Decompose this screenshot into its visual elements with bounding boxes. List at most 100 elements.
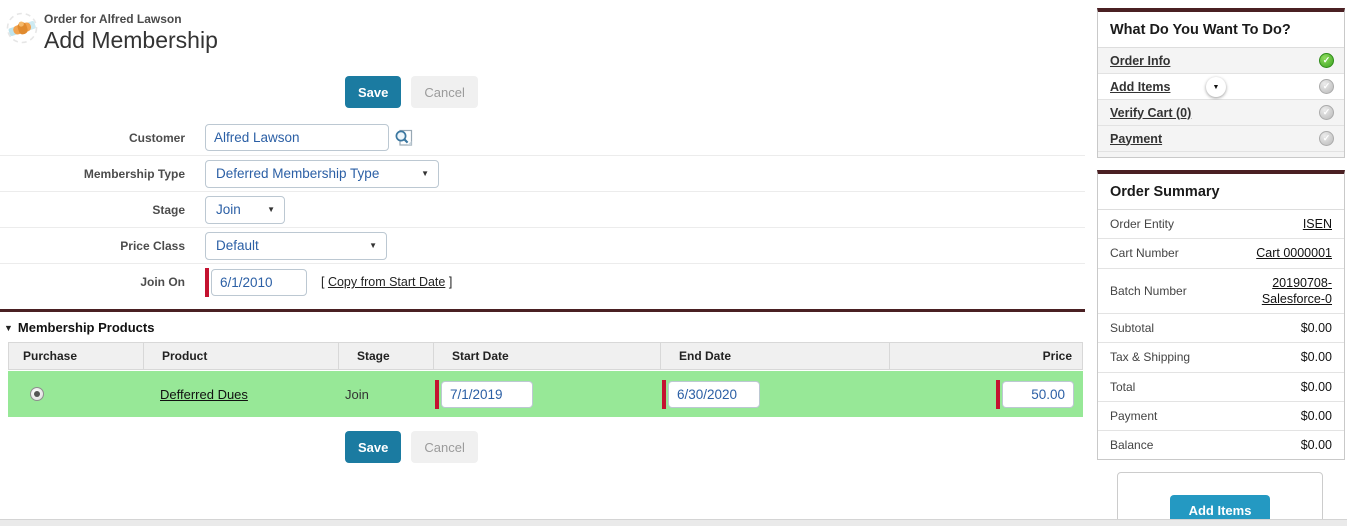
required-field-bar [662, 380, 666, 409]
chevron-down-icon: ▼ [421, 169, 429, 178]
membership-type-value: Deferred Membership Type [216, 166, 379, 181]
price-class-value: Default [216, 238, 259, 253]
col-header-product: Product [143, 343, 338, 369]
form-row-customer: Customer [0, 120, 1085, 156]
page-title: Add Membership [44, 27, 218, 54]
product-link[interactable]: Defferred Dues [160, 387, 248, 402]
sidebar-item-add-items[interactable]: Add Items ▼ [1098, 74, 1344, 100]
sidebar-item-payment[interactable]: Payment [1098, 126, 1344, 152]
summary-label: Batch Number [1110, 284, 1187, 298]
form-row-membership-type: Membership Type Deferred Membership Type… [0, 156, 1085, 192]
pending-check-icon [1319, 105, 1334, 120]
add-items-link[interactable]: Add Items [1110, 80, 1170, 94]
add-items-action-box: Add Items [1117, 472, 1323, 526]
summary-row-cart-number: Cart Number Cart 0000001 [1098, 239, 1344, 268]
what-to-do-list: Order Info Add Items ▼ Verify Cart (0) P… [1098, 48, 1344, 157]
save-button-bottom[interactable]: Save [345, 431, 401, 463]
summary-row-total: Total $0.00 [1098, 373, 1344, 402]
required-field-bar [205, 268, 209, 297]
membership-products-section-header[interactable]: ▼ Membership Products [0, 312, 1085, 342]
order-info-link[interactable]: Order Info [1110, 54, 1170, 68]
sidebar: What Do You Want To Do? Order Info Add I… [1097, 8, 1345, 526]
membership-form: Customer Membership Type Deferred Member… [0, 120, 1085, 300]
payment-link[interactable]: Payment [1110, 132, 1162, 146]
complete-check-icon [1319, 53, 1334, 68]
order-summary-panel: Order Summary Order Entity ISEN Cart Num… [1097, 170, 1345, 460]
col-header-start-date: Start Date [433, 343, 660, 369]
membership-type-label: Membership Type [0, 167, 185, 181]
tax-shipping-value: $0.00 [1301, 349, 1332, 365]
customer-label: Customer [0, 131, 185, 145]
summary-label: Tax & Shipping [1110, 350, 1190, 364]
main-content: Order for Alfred Lawson Add Membership S… [0, 0, 1085, 463]
lookup-icon [394, 128, 414, 148]
summary-row-subtotal: Subtotal $0.00 [1098, 314, 1344, 343]
summary-label: Order Entity [1110, 217, 1174, 231]
purchase-radio[interactable] [30, 387, 44, 401]
cart-number-link[interactable]: Cart 0000001 [1256, 245, 1332, 261]
save-button[interactable]: Save [345, 76, 401, 108]
stage-value: Join [216, 202, 241, 217]
start-date-input[interactable] [441, 381, 533, 408]
bracket-open: [ [321, 275, 328, 289]
table-header-row: Purchase Product Stage Start Date End Da… [8, 342, 1083, 370]
what-to-do-title: What Do You Want To Do? [1098, 12, 1344, 48]
required-field-bar [435, 380, 439, 409]
copy-from-start-date-link[interactable]: Copy from Start Date [328, 275, 445, 289]
summary-label: Cart Number [1110, 246, 1179, 260]
what-to-do-panel: What Do You Want To Do? Order Info Add I… [1097, 8, 1345, 158]
row-stage-value: Join [337, 371, 432, 417]
form-row-join-on: Join On [ Copy from Start Date ] [0, 264, 1085, 300]
horizontal-scrollbar[interactable] [0, 519, 1347, 526]
cancel-button-bottom[interactable]: Cancel [411, 431, 477, 463]
add-items-dropdown-button[interactable]: ▼ [1206, 77, 1226, 97]
col-header-price: Price [889, 343, 1082, 369]
summary-row-batch-number: Batch Number 20190708-Salesforce-0 [1098, 269, 1344, 315]
cancel-button[interactable]: Cancel [411, 76, 477, 108]
page-eyebrow: Order for Alfred Lawson [44, 8, 218, 26]
price-class-select[interactable]: Default ▼ [205, 232, 387, 260]
order-entity-link[interactable]: ISEN [1303, 216, 1332, 232]
end-date-input[interactable] [668, 381, 760, 408]
customer-input[interactable] [205, 124, 389, 151]
summary-label: Subtotal [1110, 321, 1154, 335]
collapse-triangle-icon: ▼ [4, 323, 13, 333]
stage-select[interactable]: Join ▼ [205, 196, 285, 224]
sidebar-item-verify-cart[interactable]: Verify Cart (0) [1098, 100, 1344, 126]
copy-from-start-date-wrap: [ Copy from Start Date ] [321, 275, 452, 289]
summary-row-tax-shipping: Tax & Shipping $0.00 [1098, 343, 1344, 372]
subtotal-value: $0.00 [1301, 320, 1332, 336]
join-on-input[interactable] [211, 269, 307, 296]
summary-label: Payment [1110, 409, 1157, 423]
membership-type-select[interactable]: Deferred Membership Type ▼ [205, 160, 439, 188]
form-row-stage: Stage Join ▼ [0, 192, 1085, 228]
price-class-label: Price Class [0, 239, 185, 253]
membership-products-title: Membership Products [18, 320, 155, 335]
sidebar-item-order-info[interactable]: Order Info [1098, 48, 1344, 74]
pending-check-icon [1319, 79, 1334, 94]
summary-label: Total [1110, 380, 1135, 394]
page-header-text: Order for Alfred Lawson Add Membership [44, 8, 218, 54]
required-field-bar [996, 380, 1000, 409]
col-header-purchase: Purchase [9, 343, 143, 369]
order-summary-title: Order Summary [1098, 174, 1344, 210]
chevron-down-icon: ▼ [267, 205, 275, 214]
table-row: Defferred Dues Join [8, 371, 1083, 417]
bracket-close: ] [445, 275, 452, 289]
col-header-end-date: End Date [660, 343, 889, 369]
form-row-price-class: Price Class Default ▼ [0, 228, 1085, 264]
verify-cart-link[interactable]: Verify Cart (0) [1110, 106, 1191, 120]
pending-check-icon [1319, 131, 1334, 146]
top-button-row: Save Cancel [0, 76, 1085, 108]
price-input[interactable] [1002, 381, 1074, 408]
balance-value: $0.00 [1301, 437, 1332, 453]
bottom-button-row: Save Cancel [0, 431, 1085, 463]
customer-lookup-button[interactable] [394, 128, 414, 148]
stage-label: Stage [0, 203, 185, 217]
membership-products-table: Purchase Product Stage Start Date End Da… [8, 342, 1083, 417]
payment-value: $0.00 [1301, 408, 1332, 424]
batch-number-link[interactable]: 20190708-Salesforce-0 [1237, 275, 1332, 308]
join-on-label: Join On [0, 275, 185, 289]
handshake-icon [6, 12, 38, 44]
summary-label: Balance [1110, 438, 1153, 452]
